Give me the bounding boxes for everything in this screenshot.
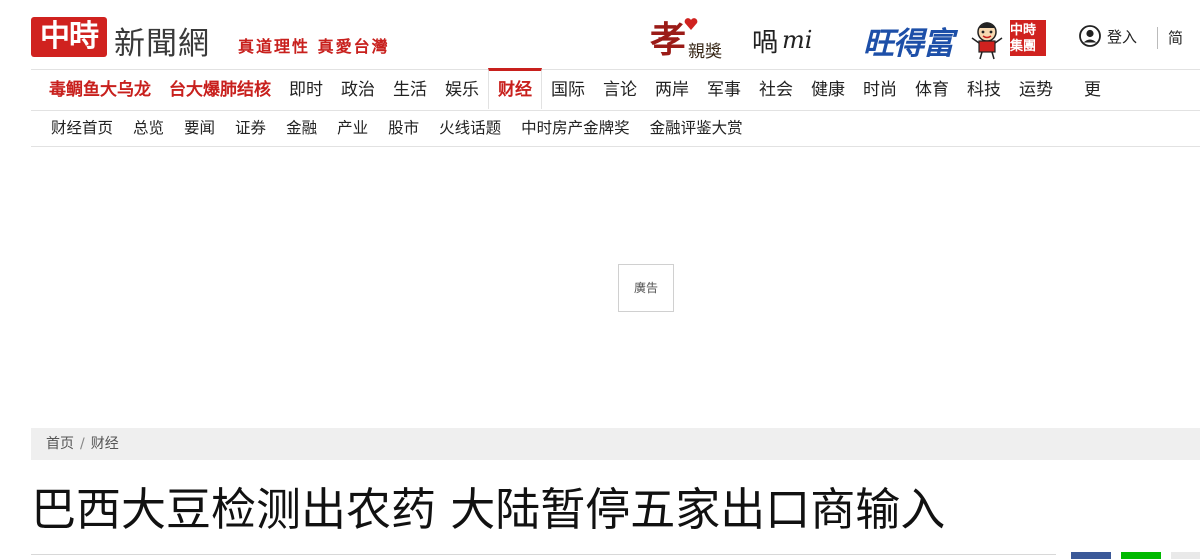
ad-placeholder[interactable]: 廣告 [618,264,674,312]
nav-item-finance[interactable]: 财经 [488,68,542,109]
login-button[interactable]: 登入 [1079,25,1137,47]
nav-item-tech[interactable]: 科技 [958,70,1010,110]
mascot-icon [971,22,1003,60]
partner-wo-logo[interactable]: 喎 mi [752,18,852,62]
header-divider [1157,27,1158,49]
subnav-item-industry[interactable]: 产业 [327,111,378,145]
nav-item-military[interactable]: 军事 [698,70,750,110]
line-share-button[interactable] [1121,552,1161,559]
site-slogan: 真道理性 真愛台灣 [238,37,390,56]
partner-xiao-small: 親獎 [688,41,723,62]
user-icon [1079,25,1101,47]
nav-item-sports[interactable]: 体育 [906,70,958,110]
partner-want-logo[interactable]: 旺得富 [863,18,959,62]
subnav-item-realestate-award[interactable]: 中时房产金牌奖 [511,111,640,145]
breadcrumb-current[interactable]: 财经 [91,436,119,452]
language-toggle[interactable]: 简 [1168,27,1183,48]
nav-item-hot-topic-1[interactable]: 毒鲷鱼大乌龙 [31,70,160,110]
nav-item-cross-strait[interactable]: 两岸 [646,70,698,110]
partner-mascot-logo[interactable] [970,18,1006,62]
more-share-button[interactable] [1171,552,1200,559]
partner-want-text: 旺得富 [863,25,954,62]
nav-item-realtime[interactable]: 即时 [280,70,332,110]
nav-item-politics[interactable]: 政治 [332,70,384,110]
nav-item-opinion[interactable]: 言论 [594,70,646,110]
nav-item-more[interactable]: 更 [1062,70,1110,110]
nav-item-society[interactable]: 社会 [750,70,802,110]
nav-item-hot-topic-2[interactable]: 台大爆肺结核 [160,70,280,110]
breadcrumb: 首页 / 财经 [31,428,1200,460]
subnav-item-banking[interactable]: 金融 [276,111,327,145]
nav-item-fashion[interactable]: 时尚 [854,70,906,110]
heart-icon [684,18,698,30]
group-logo-line2: 集團 [1010,39,1037,54]
group-logo-line1: 中時 [1010,23,1037,38]
main-nav: 毒鲷鱼大乌龙 台大爆肺结核 即时 政治 生活 娱乐 财经 国际 言论 两岸 军事… [31,68,1200,111]
site-logo-mark[interactable]: 中時 [31,17,107,57]
subnav-item-headlines[interactable]: 要闻 [174,111,225,145]
subnav-item-stocks[interactable]: 股市 [378,111,429,145]
subnav-item-finance-award[interactable]: 金融评鉴大赏 [640,111,753,145]
breadcrumb-separator: / [80,436,85,452]
partner-xiao-big: 孝 [650,19,687,61]
subnav-item-securities[interactable]: 证券 [225,111,276,145]
partner-xiao-award-logo[interactable]: 孝 親獎 [650,18,738,62]
site-logo-text[interactable]: 新聞網 [114,18,210,63]
partner-wo-mark: 喎 [752,27,779,58]
login-label: 登入 [1107,27,1138,46]
subnav-item-finance-home[interactable]: 财经首页 [41,111,123,145]
facebook-share-button[interactable] [1071,552,1111,559]
nav-item-health[interactable]: 健康 [802,70,854,110]
article-title: 巴西大豆检测出农药 大陆暂停五家出口商输入 [31,483,946,536]
nav-item-fortune[interactable]: 运势 [1010,70,1062,110]
partner-group-logo[interactable]: 中時 集團 [1010,20,1046,56]
sub-nav: 财经首页 总览 要闻 证券 金融 产业 股市 火线话题 中时房产金牌奖 金融评鉴… [31,111,1200,147]
breadcrumb-home[interactable]: 首页 [46,436,74,452]
title-divider [31,554,1056,555]
nav-item-entertainment[interactable]: 娱乐 [436,70,488,110]
subnav-item-overview[interactable]: 总览 [123,111,174,145]
nav-item-international[interactable]: 国际 [542,70,594,110]
subnav-item-hot-topics[interactable]: 火线话题 [429,111,511,145]
partner-wo-tail: mi [782,26,813,54]
nav-item-life[interactable]: 生活 [384,70,436,110]
